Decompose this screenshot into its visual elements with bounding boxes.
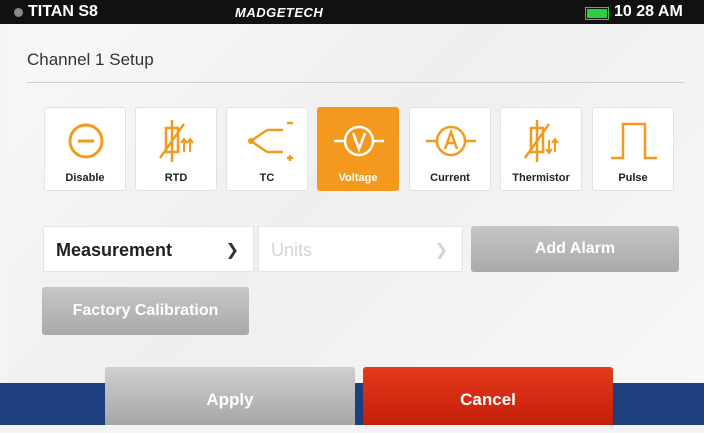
sensor-tile-label: Disable [65, 172, 105, 184]
thermocouple-icon [248, 121, 293, 161]
sensor-tile-label: TC [259, 172, 275, 184]
sensor-tile-thermistor[interactable]: Thermistor [500, 107, 582, 191]
sensor-tile-label: Current [430, 172, 470, 184]
pulse-icon [611, 122, 657, 160]
measurement-button[interactable]: Measurement ❯ [43, 226, 254, 272]
rtd-icon [158, 120, 194, 162]
voltmeter-icon [334, 125, 384, 157]
page-title: Channel 1 Setup [27, 50, 154, 69]
sensor-tile-label: Pulse [618, 172, 648, 184]
sensor-tile-label: RTD [164, 172, 188, 184]
clock: 10 28 AM [614, 3, 683, 20]
sensor-tile-label: Thermistor [512, 172, 570, 184]
sensor-tile-disable[interactable]: Disable [44, 107, 126, 191]
sensor-tile-current[interactable]: Current [409, 107, 491, 191]
sensor-tile-voltage[interactable]: Voltage [317, 107, 399, 191]
factory-calibration-button[interactable]: Factory Calibration [42, 287, 249, 335]
ammeter-icon [426, 125, 476, 157]
add-alarm-button[interactable]: Add Alarm [471, 226, 679, 272]
cancel-button[interactable]: Cancel [363, 367, 613, 425]
title-divider [27, 82, 684, 83]
device-name: TITAN S8 [28, 3, 98, 20]
apply-button[interactable]: Apply [105, 367, 355, 425]
status-bar: TITAN S8 MADGETECH 10 28 AM [0, 0, 704, 24]
chevron-right-icon: ❯ [225, 242, 239, 259]
sensor-tile-tc[interactable]: TC [226, 107, 308, 191]
sensor-tile-rtd[interactable]: RTD [135, 107, 217, 191]
measurement-label: Measurement [56, 240, 173, 260]
units-button[interactable]: Units ❯ [258, 226, 463, 272]
minus-circle-icon [68, 123, 104, 159]
sensor-tile-label: Voltage [338, 172, 378, 184]
brand-logo: MADGETECH [235, 5, 324, 20]
chevron-right-icon: ❯ [434, 242, 448, 259]
battery-icon [585, 7, 609, 20]
thermistor-icon [523, 120, 559, 162]
sensor-tile-pulse[interactable]: Pulse [592, 107, 674, 191]
status-dot-icon [14, 8, 23, 17]
units-label: Units [271, 240, 313, 260]
